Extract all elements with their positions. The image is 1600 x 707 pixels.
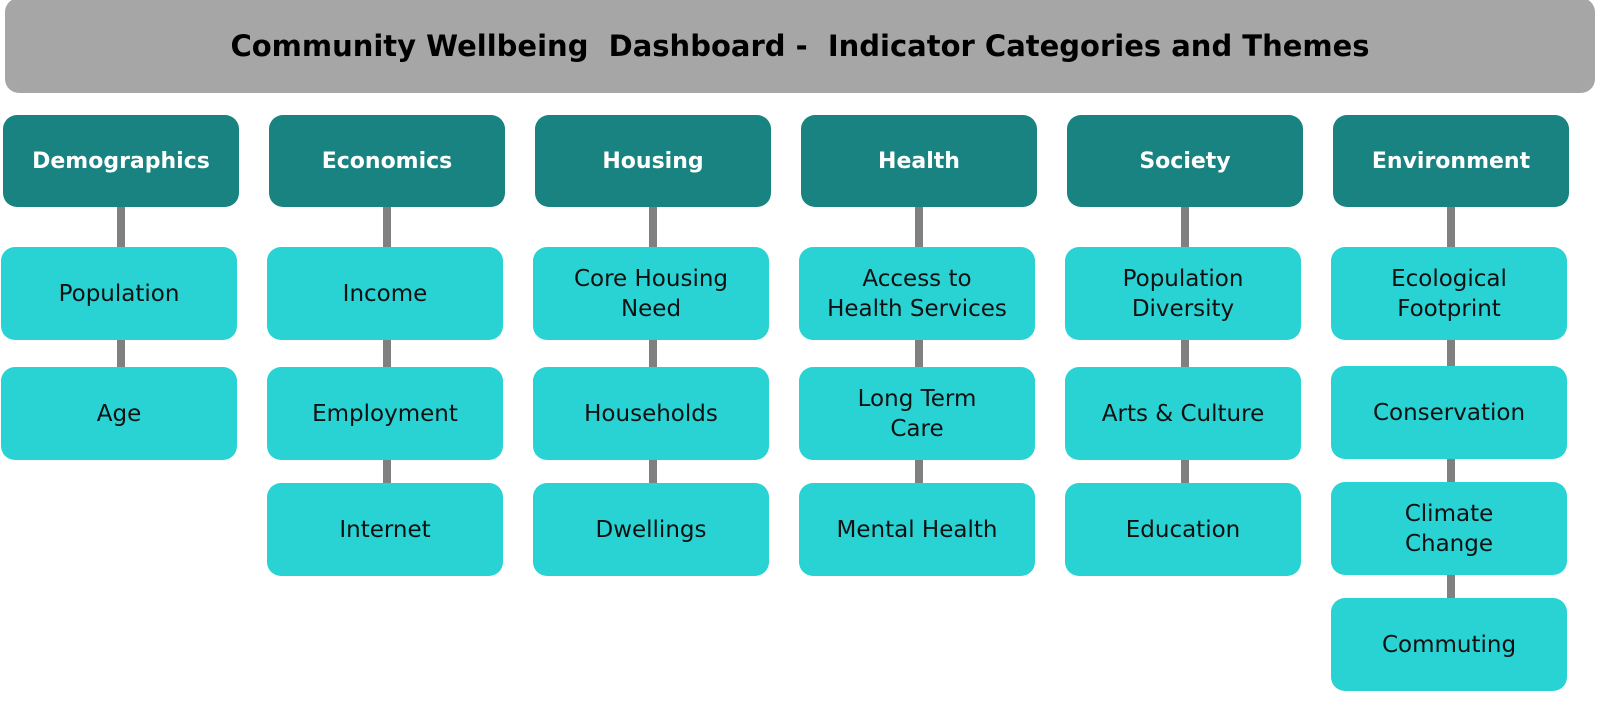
connector-line xyxy=(117,207,125,247)
theme-label: Internet xyxy=(339,516,431,543)
theme-box: Population xyxy=(1,247,237,340)
category-label: Environment xyxy=(1371,148,1531,174)
category-label: Demographics xyxy=(32,148,210,174)
connector-line xyxy=(915,460,923,483)
theme-box: Access to Health Services xyxy=(799,247,1035,340)
theme-label: Conservation xyxy=(1372,399,1526,426)
connector-line xyxy=(383,340,391,367)
category-header: Housing xyxy=(535,115,771,207)
theme-box: Commuting xyxy=(1331,598,1567,691)
theme-label: Dwellings xyxy=(595,516,707,543)
theme-label: Long Term Care xyxy=(857,385,977,442)
theme-box: Arts & Culture xyxy=(1065,367,1301,460)
theme-box: Long Term Care xyxy=(799,367,1035,460)
theme-box: Employment xyxy=(267,367,503,460)
category-label: Housing xyxy=(602,148,704,174)
theme-label: Mental Health xyxy=(836,516,998,543)
connector-line xyxy=(1447,340,1455,366)
connector-line xyxy=(649,340,657,367)
connector-line xyxy=(1447,575,1455,598)
theme-box: Income xyxy=(267,247,503,340)
connector-line xyxy=(383,460,391,483)
category-label: Society xyxy=(1139,148,1231,174)
theme-label: Climate Change xyxy=(1404,500,1494,557)
theme-box: Age xyxy=(1,367,237,460)
connector-line xyxy=(383,207,391,247)
theme-label: Income xyxy=(342,280,428,307)
category-header: Economics xyxy=(269,115,505,207)
category-column-housing: Housing Core Housing Need Households Dwelli… xyxy=(533,0,771,707)
category-column-economics: Economics Income Employment Internet xyxy=(267,0,505,707)
theme-box: Internet xyxy=(267,483,503,576)
theme-box: Households xyxy=(533,367,769,460)
theme-label: Households xyxy=(584,400,718,427)
connector-line xyxy=(1181,460,1189,483)
theme-label: Ecological Footprint xyxy=(1391,265,1507,322)
theme-box: Education xyxy=(1065,483,1301,576)
theme-box: Mental Health xyxy=(799,483,1035,576)
theme-label: Population Diversity xyxy=(1122,265,1244,322)
theme-label: Core Housing Need xyxy=(573,265,729,322)
category-header: Demographics xyxy=(3,115,239,207)
category-header: Society xyxy=(1067,115,1303,207)
theme-label: Arts & Culture xyxy=(1101,400,1265,427)
connector-line xyxy=(649,460,657,483)
connector-line xyxy=(1181,340,1189,367)
theme-box: Conservation xyxy=(1331,366,1567,459)
theme-label: Access to Health Services xyxy=(827,265,1007,322)
category-label: Economics xyxy=(321,148,453,174)
category-label: Health xyxy=(878,148,960,174)
connector-line xyxy=(1447,459,1455,482)
theme-label: Commuting xyxy=(1381,631,1517,658)
category-column-society: Society Population Diversity Arts & Cultur… xyxy=(1065,0,1303,707)
category-column-environment: Environment Ecological Footprint Conservat… xyxy=(1331,0,1569,707)
category-header: Environment xyxy=(1333,115,1569,207)
theme-label: Age xyxy=(96,400,142,427)
connector-line xyxy=(649,207,657,247)
category-header: Health xyxy=(801,115,1037,207)
category-column-demographics: Demographics Population Age xyxy=(1,0,239,707)
connector-line xyxy=(1181,207,1189,247)
connector-line xyxy=(915,207,923,247)
theme-box: Core Housing Need xyxy=(533,247,769,340)
connector-line xyxy=(1447,207,1455,247)
category-column-health: Health Access to Health Services Long Term… xyxy=(799,0,1037,707)
theme-label: Employment xyxy=(312,400,458,427)
theme-box: Population Diversity xyxy=(1065,247,1301,340)
connector-line xyxy=(915,340,923,367)
theme-label: Population xyxy=(58,280,180,307)
theme-label: Education xyxy=(1125,516,1241,543)
theme-box: Ecological Footprint xyxy=(1331,247,1567,340)
connector-line xyxy=(117,340,125,367)
theme-box: Climate Change xyxy=(1331,482,1567,575)
theme-box: Dwellings xyxy=(533,483,769,576)
